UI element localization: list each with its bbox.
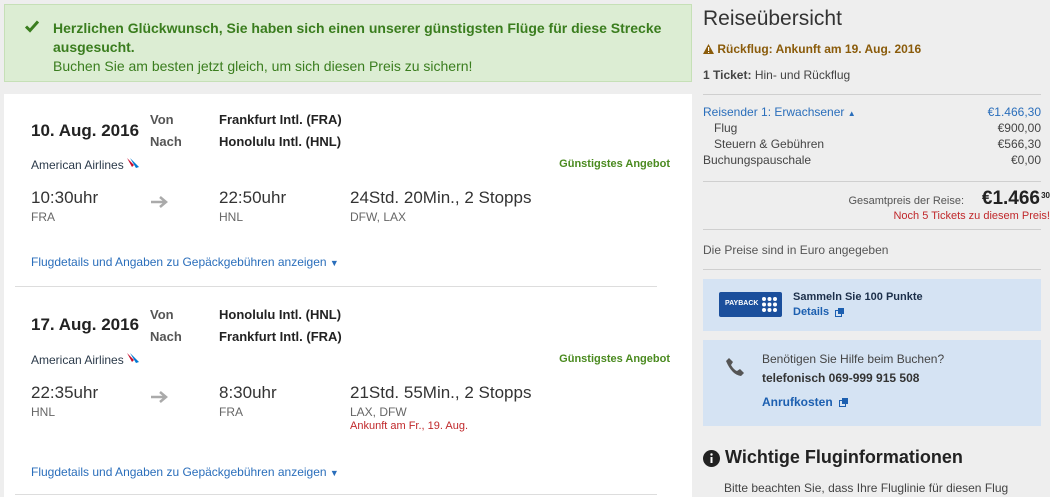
chevron-up-icon: ▲ (847, 109, 856, 118)
booking-fee-label: Buchungspauschale (703, 153, 812, 167)
return-warning: Rückflug: Ankunft am 19. Aug. 2016 (703, 42, 921, 56)
total-price: €1.466 (981, 188, 1040, 209)
arrival-code: HNL (219, 210, 244, 224)
info-icon (703, 450, 720, 467)
checkmark-icon (25, 20, 39, 33)
phone-icon (726, 358, 744, 376)
from-airport: Frankfurt Intl. (FRA) (219, 112, 342, 127)
from-label: Von (150, 112, 174, 127)
trip-summary: Reiseübersicht Rückflug: Ankunft am 19. … (703, 0, 1050, 497)
airline-swoosh-icon (127, 158, 139, 168)
arrow-right-icon (151, 196, 168, 208)
divider (703, 269, 1041, 270)
departure-code: HNL (31, 405, 56, 419)
taxes-label: Steuern & Gebühren (714, 137, 825, 151)
currency-note: Die Preise sind in Euro angegeben (703, 243, 889, 257)
arrival-time: 22:50uhr (219, 188, 287, 207)
flight-list: 10. Aug. 2016 Von Nach Frankfurt Intl. (… (4, 94, 692, 497)
stopovers: LAX, DFW (350, 405, 407, 419)
airline-logo: American Airlines (31, 353, 124, 367)
taxes-row: Steuern & Gebühren €566,30 (703, 137, 1041, 151)
success-banner: Herzlichen Glückwunsch, Sie haben sich e… (4, 4, 692, 82)
help-phone: telefonisch 069-999 915 508 (762, 371, 920, 385)
to-label: Nach (150, 329, 182, 344)
flight-segment-return: 17. Aug. 2016 Von Nach Honolulu Intl. (H… (4, 288, 692, 479)
call-cost-link[interactable]: Anrufkosten (762, 395, 849, 409)
payback-box: PAYBACK Sammeln Sie 100 Punkte Details (703, 279, 1041, 331)
flight-price-label: Flug (714, 121, 738, 135)
segment-divider (15, 286, 657, 287)
airline-logo: American Airlines (31, 158, 124, 172)
warning-text: Rückflug: Ankunft am 19. Aug. 2016 (717, 42, 922, 56)
external-link-icon (839, 398, 849, 408)
traveler-label: Reisender 1: Erwachsener (703, 105, 845, 119)
departure-time: 10:30uhr (31, 188, 99, 207)
divider (703, 229, 1041, 230)
arrow-right-icon (151, 391, 168, 403)
flight-price-row: Flug €900,00 (703, 121, 1041, 135)
tickets-left-notice: Noch 5 Tickets zu diesem Preis! (893, 210, 1050, 222)
total-label: Gesamtpreis der Reise: (848, 195, 964, 207)
details-link[interactable]: Flugdetails und Angaben zu Gepäckgebühre… (31, 255, 339, 269)
chevron-down-icon: ▼ (329, 468, 339, 478)
banner-subtitle: Buchen Sie am besten jetzt gleich, um si… (53, 58, 473, 74)
to-airport: Honolulu Intl. (HNL) (219, 134, 342, 149)
taxes-value: €566,30 (997, 137, 1041, 151)
arrival-note: Ankunft am Fr., 19. Aug. (350, 420, 469, 432)
departure-code: FRA (31, 210, 55, 224)
payback-details-link[interactable]: Details (793, 306, 845, 318)
ticket-type: Hin- und Rückflug (754, 68, 851, 82)
call-cost-label: Anrufkosten (762, 395, 833, 409)
from-label: Von (150, 307, 174, 322)
to-label: Nach (150, 134, 182, 149)
help-question: Benötigen Sie Hilfe beim Buchen? (762, 352, 945, 366)
stopovers: DFW, LAX (350, 210, 407, 224)
flight-price-value: €900,00 (997, 121, 1041, 135)
total-cents: 30 (1041, 191, 1050, 200)
flight-duration: 24Std. 20Min., 2 Stopps (350, 188, 532, 207)
departure-time: 22:35uhr (31, 383, 99, 402)
segment-divider (15, 494, 657, 495)
help-box: Benötigen Sie Hilfe beim Buchen? telefon… (703, 340, 1041, 426)
arrival-time: 8:30uhr (219, 383, 277, 402)
banner-title: Herzlichen Glückwunsch, Sie haben sich e… (53, 20, 662, 55)
traveler-price: €1.466,30 (987, 105, 1041, 119)
details-link[interactable]: Flugdetails und Angaben zu Gepäckgebühre… (31, 465, 339, 479)
divider (703, 181, 1041, 182)
divider (703, 94, 1041, 95)
details-link-label: Flugdetails und Angaben zu Gepäckgebühre… (31, 255, 327, 269)
payback-details-label: Details (793, 306, 830, 318)
to-airport: Frankfurt Intl. (FRA) (219, 329, 342, 344)
ticket-count-strong: 1 Ticket: (703, 68, 752, 82)
from-airport: Honolulu Intl. (HNL) (219, 307, 342, 322)
airline-swoosh-icon (127, 353, 139, 363)
payback-logo-text: PAYBACK (725, 300, 759, 307)
chevron-down-icon: ▼ (329, 258, 339, 268)
info-title: Wichtige Fluginformationen (725, 447, 963, 467)
cheapest-badge: Günstigstes Angebot (559, 158, 670, 170)
flight-date: 10. Aug. 2016 (31, 121, 140, 140)
flight-duration: 21Std. 55Min., 2 Stopps (350, 383, 532, 402)
traveler-row[interactable]: Reisender 1: Erwachsener ▲ €1.466,30 (703, 105, 1041, 119)
ticket-count: 1 Ticket: Hin- und Rückflug (703, 68, 850, 82)
payback-dots-icon (762, 297, 777, 312)
warning-icon (703, 44, 714, 54)
booking-fee-row: Buchungspauschale €0,00 (703, 153, 1041, 167)
details-link-label: Flugdetails und Angaben zu Gepäckgebühre… (31, 465, 327, 479)
payback-title: Sammeln Sie 100 Punkte (793, 291, 923, 303)
summary-title: Reiseübersicht (703, 7, 842, 30)
flight-date: 17. Aug. 2016 (31, 315, 140, 334)
external-link-icon (835, 307, 845, 317)
cheapest-badge: Günstigstes Angebot (559, 353, 670, 365)
arrival-code: FRA (219, 405, 243, 419)
flight-segment-outbound: 10. Aug. 2016 Von Nach Frankfurt Intl. (… (4, 94, 692, 284)
payback-logo: PAYBACK (719, 292, 782, 317)
info-text: Bitte beachten Sie, dass Ihre Fluglinie … (724, 481, 1009, 495)
booking-fee-value: €0,00 (1010, 153, 1041, 167)
